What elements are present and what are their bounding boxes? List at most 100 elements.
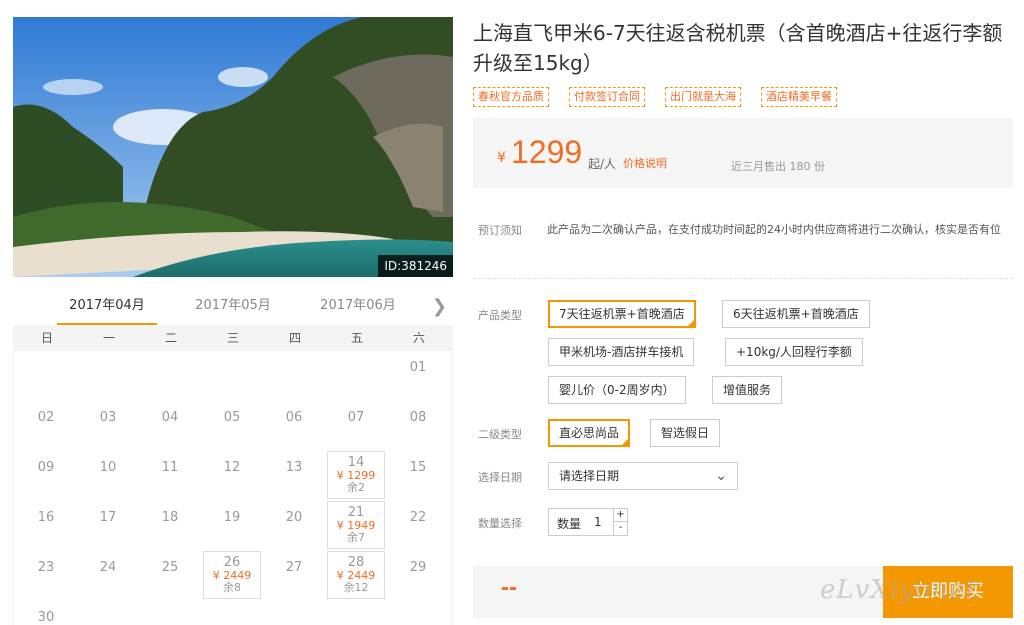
day-number: 10 <box>99 460 117 475</box>
quantity-value[interactable]: 1 <box>594 515 602 529</box>
calendar-day: 03 <box>79 401 137 449</box>
product-tag: 春秋官方品质 <box>473 87 549 107</box>
quantity-field-label: 数量 <box>557 517 582 531</box>
chevron-down-icon: ⌄ <box>715 468 727 484</box>
calendar-day: 04 <box>141 401 199 449</box>
product-tag: 出门就是大海 <box>665 87 741 107</box>
option-infant-price[interactable]: 婴儿价（0-2周岁内） <box>548 376 686 404</box>
calendar-day: 10 <box>79 451 137 499</box>
day-number: 09 <box>37 460 55 475</box>
calendar-day-available[interactable]: 14 ¥ 1299 余2 <box>327 451 385 499</box>
weekday-label: 三 <box>226 331 239 345</box>
calendar-day-available[interactable]: 21 ¥ 1949 余7 <box>327 501 385 549</box>
currency-symbol: ¥ <box>497 150 506 166</box>
quantity-label: 数量选择 <box>478 517 522 530</box>
date-select[interactable]: 请选择日期 ⌄ <box>548 462 738 490</box>
day-stock: 余7 <box>347 531 365 544</box>
day-number: 21 <box>347 505 365 520</box>
day-number: 20 <box>285 510 303 525</box>
day-number: 24 <box>99 560 117 575</box>
month-tabs: 2017年04月 2017年05月 2017年06月 ❯ <box>13 292 453 326</box>
calendar-day: 07 <box>327 401 385 449</box>
calendar-day: 12 <box>203 451 261 499</box>
day-number: 08 <box>409 410 427 425</box>
day-number: 11 <box>161 460 179 475</box>
calendar-day-available[interactable]: 28 ¥ 2449 余12 <box>327 551 385 599</box>
notice-text: 此产品为二次确认产品，在支付成功时间起的24小时内供应商将进行二次确认，核实是否… <box>547 223 1001 236</box>
calendar-day: 16 <box>17 501 75 549</box>
calendar-day: 18 <box>141 501 199 549</box>
photo-id-label: ID:381246 <box>378 255 453 277</box>
calendar-day: 13 <box>265 451 323 499</box>
day-number: 01 <box>409 360 427 375</box>
day-number: 18 <box>161 510 179 525</box>
day-number: 05 <box>223 410 241 425</box>
sub-type-label: 二级类型 <box>478 428 522 441</box>
tab-month-2[interactable]: 2017年05月 <box>183 292 283 326</box>
product-type-label: 产品类型 <box>478 309 522 322</box>
option-value-added[interactable]: 增值服务 <box>712 376 783 404</box>
increment-button[interactable]: + <box>613 509 627 522</box>
price-explain-link[interactable]: 价格说明 <box>623 155 667 171</box>
calendar-day: 11 <box>141 451 199 499</box>
day-number: 16 <box>37 510 55 525</box>
quantity-stepper[interactable]: 数量 1 + - <box>548 508 628 536</box>
calendar-day: 01 <box>389 351 447 399</box>
day-number: 29 <box>409 560 427 575</box>
calendar-grid: 01 02 03 04 05 06 07 08 09 10 11 12 13 14 ¥ 1299 余2 15 16… <box>13 351 453 625</box>
day-number: 13 <box>285 460 303 475</box>
option-6day-flight-hotel[interactable]: 6天往返机票+首晚酒店 <box>722 300 870 328</box>
weekday-label: 六 <box>412 331 425 345</box>
option-sub-type-2[interactable]: 智选假日 <box>650 419 721 447</box>
date-label: 选择日期 <box>478 471 522 484</box>
tab-month-1[interactable]: 2017年04月 <box>57 292 157 326</box>
product-tag: 付款签订合同 <box>569 87 645 107</box>
price-amount: 1299 <box>511 134 583 170</box>
weekday-label: 一 <box>102 331 115 345</box>
price-unit: 起/人 <box>588 157 617 171</box>
tab-month-3[interactable]: 2017年06月 <box>308 292 408 326</box>
weekday-header: 日 一 二 三 四 五 六 <box>13 325 453 351</box>
divider <box>473 278 1013 279</box>
day-number: 06 <box>285 410 303 425</box>
day-number: 12 <box>223 460 241 475</box>
day-number: 27 <box>285 560 303 575</box>
weekday-label: 五 <box>350 331 363 345</box>
day-stock: 余8 <box>223 581 241 594</box>
weekday-label: 二 <box>164 331 177 345</box>
product-tag: 酒店精美早餐 <box>761 87 837 107</box>
calendar-day: 19 <box>203 501 261 549</box>
day-number: 04 <box>161 410 179 425</box>
day-number: 14 <box>347 455 365 470</box>
day-number: 07 <box>347 410 365 425</box>
calendar-day: 05 <box>203 401 261 449</box>
day-number: 03 <box>99 410 117 425</box>
calendar-day: 17 <box>79 501 137 549</box>
option-7day-flight-hotel[interactable]: 7天往返机票+首晚酒店 <box>548 300 696 328</box>
day-number: 19 <box>223 510 241 525</box>
chevron-right-icon[interactable]: ❯ <box>432 296 447 317</box>
option-airport-transfer[interactable]: 甲米机场-酒店拼车接机 <box>548 338 695 366</box>
weekday-label: 四 <box>288 331 301 345</box>
total-price: -- <box>501 574 517 601</box>
option-sub-type-1[interactable]: 直必思尚品 <box>548 419 631 447</box>
decrement-button[interactable]: - <box>613 522 627 535</box>
calendar-day: 25 <box>141 551 199 599</box>
calendar-day: 22 <box>389 501 447 549</box>
calendar-day: 29 <box>389 551 447 599</box>
calendar-day: 15 <box>389 451 447 499</box>
day-stock: 余2 <box>347 481 365 494</box>
notice-label: 预订须知 <box>478 224 522 237</box>
day-number: 15 <box>409 460 427 475</box>
product-title: 上海直飞甲米6-7天往返含税机票（含首晚酒店+往返行李额升级至15kg） <box>473 21 1003 75</box>
calendar-day-available[interactable]: 26 ¥ 2449 余8 <box>203 551 261 599</box>
day-number: 17 <box>99 510 117 525</box>
product-photo: ID:381246 <box>13 17 453 277</box>
beach-photo-image <box>13 17 453 277</box>
option-extra-baggage[interactable]: +10kg/人回程行李额 <box>725 338 863 366</box>
day-number: 22 <box>409 510 427 525</box>
calendar-day: 02 <box>17 401 75 449</box>
day-number: 30 <box>37 610 55 625</box>
calendar-day: 06 <box>265 401 323 449</box>
calendar-day: 08 <box>389 401 447 449</box>
